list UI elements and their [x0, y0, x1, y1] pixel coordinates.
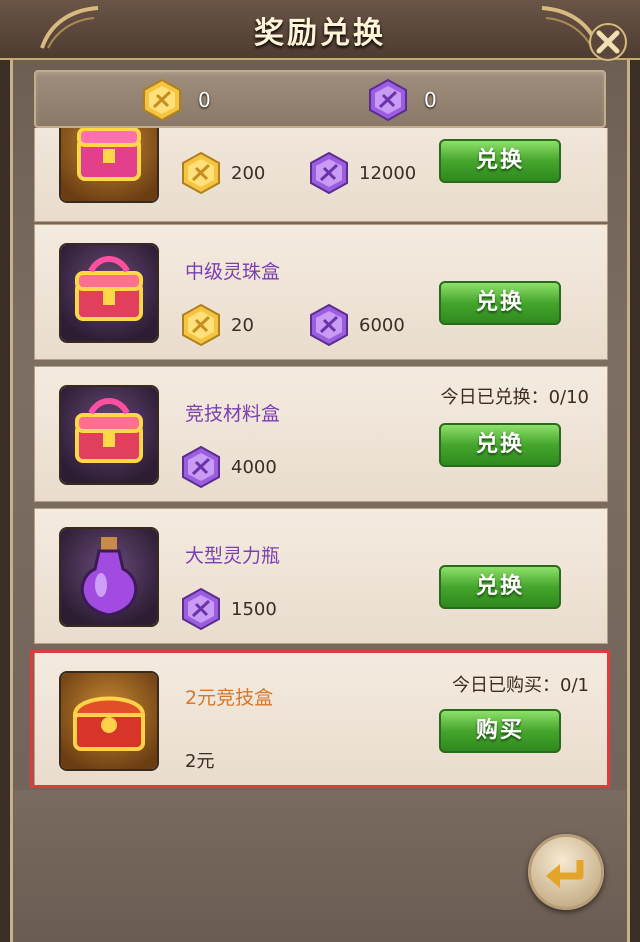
close-icon[interactable]	[588, 22, 628, 62]
cost-purple: 6000	[307, 303, 405, 347]
list-item: 今日已购买：0/1 2元竞技盒 2元 购买	[34, 650, 608, 786]
gold-currency: 0	[140, 78, 211, 122]
purple-token-icon	[310, 151, 348, 195]
purple-token-icon	[182, 587, 220, 631]
cost-value: 20	[231, 314, 254, 336]
exchange-list[interactable]: 200 12000 兑换 中级灵珠盒 20 6000 兑换 今日已兑换：0/10…	[34, 128, 608, 790]
exchange-button[interactable]: 兑换	[439, 281, 561, 325]
list-item: 中级灵珠盒 20 6000 兑换	[34, 224, 608, 360]
item-name: 2元竞技盒	[185, 687, 274, 709]
gold-currency-value: 0	[198, 88, 211, 112]
list-item: 今日已兑换：0/10 竞技材料盒 4000 兑换	[34, 366, 608, 502]
price-value: 2元	[185, 751, 215, 772]
gold-token-icon	[182, 151, 220, 195]
treasure-chest-icon	[61, 387, 157, 483]
gold-token-icon	[182, 303, 220, 347]
cost-gold: 20	[179, 303, 254, 347]
exchange-button[interactable]: 兑换	[439, 423, 561, 467]
cost-purple: 4000	[179, 445, 277, 489]
cost-value: 12000	[359, 162, 417, 184]
item-name: 大型灵力瓶	[185, 545, 281, 567]
purple-token-icon	[182, 445, 220, 489]
list-item: 大型灵力瓶 1500 兑换	[34, 508, 608, 644]
exchange-button[interactable]: 兑换	[439, 139, 561, 183]
purple-token-icon	[310, 303, 348, 347]
treasure-chest-icon	[61, 245, 157, 341]
purchase-limit: 今日已购买：0/1	[452, 675, 589, 696]
back-button[interactable]	[528, 834, 604, 910]
purple-currency: 0	[366, 78, 437, 122]
cost-purple: 12000	[307, 151, 416, 195]
price: 2元	[185, 747, 214, 773]
cost-value: 200	[231, 162, 266, 184]
exchange-button[interactable]: 兑换	[439, 565, 561, 609]
currency-bar: 0 0	[34, 70, 606, 128]
gold-chest-icon	[61, 673, 157, 769]
cost-value: 4000	[231, 456, 277, 478]
window-title: 奖励兑换	[254, 16, 386, 51]
treasure-chest-icon	[61, 128, 157, 201]
purple-currency-value: 0	[424, 88, 437, 112]
exchange-limit: 今日已兑换：0/10	[440, 387, 589, 408]
potion-bottle-icon	[61, 529, 157, 625]
list-item: 200 12000 兑换	[34, 128, 608, 222]
gold-token-icon	[143, 78, 181, 122]
title-bar: 奖励兑换	[0, 0, 640, 60]
cost-value: 6000	[359, 314, 405, 336]
cost-value: 1500	[231, 598, 277, 620]
cost-gold: 200	[179, 151, 265, 195]
cost-purple: 1500	[179, 587, 277, 631]
purple-token-icon	[369, 78, 407, 122]
item-name: 中级灵珠盒	[185, 261, 281, 283]
return-arrow-icon	[546, 860, 584, 888]
item-name: 竞技材料盒	[185, 403, 281, 425]
buy-button[interactable]: 购买	[439, 709, 561, 753]
